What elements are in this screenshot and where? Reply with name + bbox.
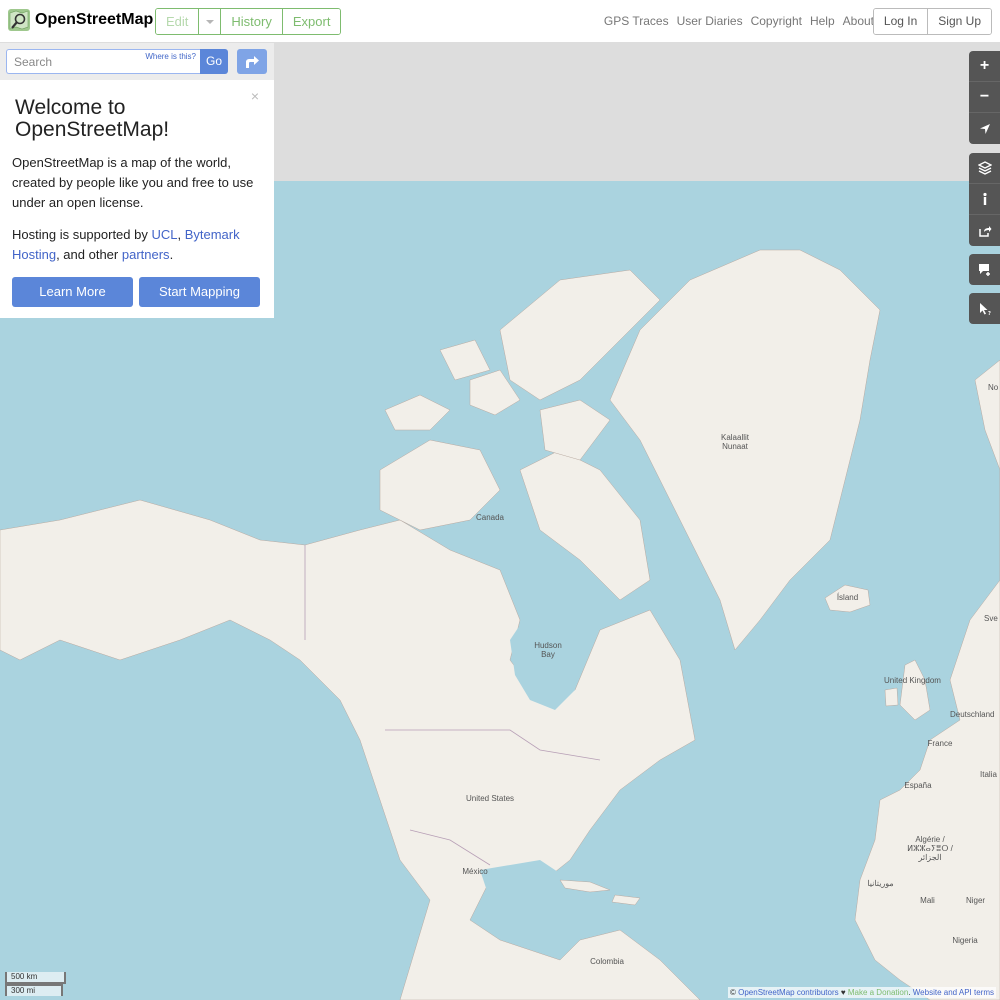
map-label-germany: Deutschland bbox=[950, 710, 995, 719]
scale-bar: 500 km 300 mi bbox=[5, 972, 66, 996]
donate-link[interactable]: Make a Donation bbox=[848, 988, 908, 997]
map-panel-controls bbox=[969, 153, 1000, 246]
map-label-france: France bbox=[927, 739, 953, 748]
ucl-link[interactable]: UCL bbox=[151, 227, 177, 242]
share-button[interactable] bbox=[969, 215, 1000, 246]
zoom-out-button[interactable]: − bbox=[969, 82, 1000, 113]
export-button[interactable]: Export bbox=[282, 9, 341, 34]
map-label-uk: United Kingdom bbox=[884, 676, 941, 685]
map-label-mali: Mali bbox=[920, 896, 935, 905]
scale-mi: 300 mi bbox=[5, 984, 63, 996]
map-label-sweden: Sve bbox=[984, 614, 998, 623]
map-attribution: © OpenStreetMap contributors ♥ Make a Do… bbox=[728, 987, 996, 998]
learn-more-button[interactable]: Learn More bbox=[12, 277, 133, 307]
map-label-norway: No bbox=[988, 383, 999, 392]
map-label-colombia: Colombia bbox=[590, 957, 624, 966]
map-label-mauritania: موريتانيا bbox=[867, 879, 894, 888]
welcome-panel: × Welcome to OpenStreetMap! OpenStreetMa… bbox=[0, 80, 274, 307]
nav-copyright[interactable]: Copyright bbox=[751, 14, 802, 28]
logo[interactable]: OpenStreetMap bbox=[8, 9, 153, 31]
info-icon bbox=[982, 192, 987, 205]
svg-text:?: ? bbox=[988, 311, 991, 316]
nav-user-diaries[interactable]: User Diaries bbox=[677, 14, 743, 28]
partners-link[interactable]: partners bbox=[122, 247, 170, 262]
query-features-button[interactable]: ? bbox=[969, 293, 1000, 324]
chevron-down-icon bbox=[205, 19, 214, 24]
query-controls: ? bbox=[969, 293, 1000, 324]
edit-button[interactable]: Edit bbox=[156, 9, 200, 34]
map-label-niger: Niger bbox=[965, 896, 986, 905]
edit-dropdown-toggle[interactable] bbox=[199, 9, 222, 34]
nav-help[interactable]: Help bbox=[810, 14, 835, 28]
map-label-spain: España bbox=[904, 781, 932, 790]
layers-icon bbox=[977, 161, 992, 175]
add-note-button[interactable] bbox=[969, 254, 1000, 285]
add-note-icon bbox=[978, 263, 990, 276]
note-controls bbox=[969, 254, 1000, 285]
osm-contributors-link[interactable]: OpenStreetMap contributors bbox=[738, 988, 839, 997]
cursor-query-icon: ? bbox=[979, 302, 991, 316]
directions-icon bbox=[246, 55, 259, 68]
signup-button[interactable]: Sign Up bbox=[928, 9, 991, 34]
map-label-greenland: Kalaallit Nunaat bbox=[720, 433, 749, 451]
scale-km: 500 km bbox=[5, 972, 66, 984]
history-button[interactable]: History bbox=[221, 9, 283, 34]
layers-button[interactable] bbox=[969, 153, 1000, 184]
locate-icon bbox=[979, 123, 990, 134]
auth-buttons: Log In Sign Up bbox=[872, 8, 992, 35]
go-button[interactable]: Go bbox=[200, 49, 228, 74]
terms-link[interactable]: Website and API terms bbox=[913, 988, 994, 997]
edit-button-group: Edit History Export bbox=[155, 8, 342, 35]
welcome-intro: OpenStreetMap is a map of the world, cre… bbox=[12, 155, 254, 210]
map-label-united-states: United States bbox=[465, 794, 515, 803]
nav-about[interactable]: About bbox=[843, 14, 874, 28]
map-label-iceland: Ísland bbox=[836, 593, 859, 602]
map-label-italy: Italia bbox=[980, 770, 997, 779]
directions-button[interactable] bbox=[237, 49, 267, 74]
secondary-nav: GPS Traces User Diaries Copyright Help A… bbox=[604, 14, 874, 28]
search-form: Where is this? Go bbox=[0, 43, 274, 80]
where-is-this-link[interactable]: Where is this? bbox=[145, 52, 196, 61]
zoom-in-button[interactable]: + bbox=[969, 51, 1000, 82]
osm-logo-icon bbox=[8, 9, 30, 31]
nav-gps-traces[interactable]: GPS Traces bbox=[604, 14, 669, 28]
share-icon bbox=[978, 225, 991, 237]
top-navbar: OpenStreetMap Edit History Export GPS Tr… bbox=[0, 0, 1000, 43]
map-label-hudson-bay: Hudson Bay bbox=[534, 641, 562, 659]
zoom-controls: + − bbox=[969, 51, 1000, 144]
start-mapping-button[interactable]: Start Mapping bbox=[139, 277, 260, 307]
map-label-canada: Canada bbox=[475, 513, 505, 522]
site-name: OpenStreetMap bbox=[35, 11, 154, 28]
login-button[interactable]: Log In bbox=[873, 9, 929, 34]
sidebar: Where is this? Go × Welcome to OpenStree… bbox=[0, 43, 274, 318]
map-label-algeria: Algérie / ⵍⵣⵣⴰⵢⴻⵔ / الجزائر bbox=[907, 835, 953, 862]
hosting-text: Hosting is supported by UCL, Bytemark Ho… bbox=[12, 227, 240, 262]
map-key-button[interactable] bbox=[969, 184, 1000, 215]
welcome-actions: Learn More Start Mapping bbox=[12, 277, 262, 307]
close-icon[interactable]: × bbox=[251, 88, 259, 104]
map-label-nigeria: Nigeria bbox=[952, 936, 978, 945]
welcome-title: Welcome to OpenStreetMap! bbox=[15, 96, 170, 141]
locate-button[interactable] bbox=[969, 113, 1000, 144]
map-label-mexico: México bbox=[462, 867, 488, 876]
